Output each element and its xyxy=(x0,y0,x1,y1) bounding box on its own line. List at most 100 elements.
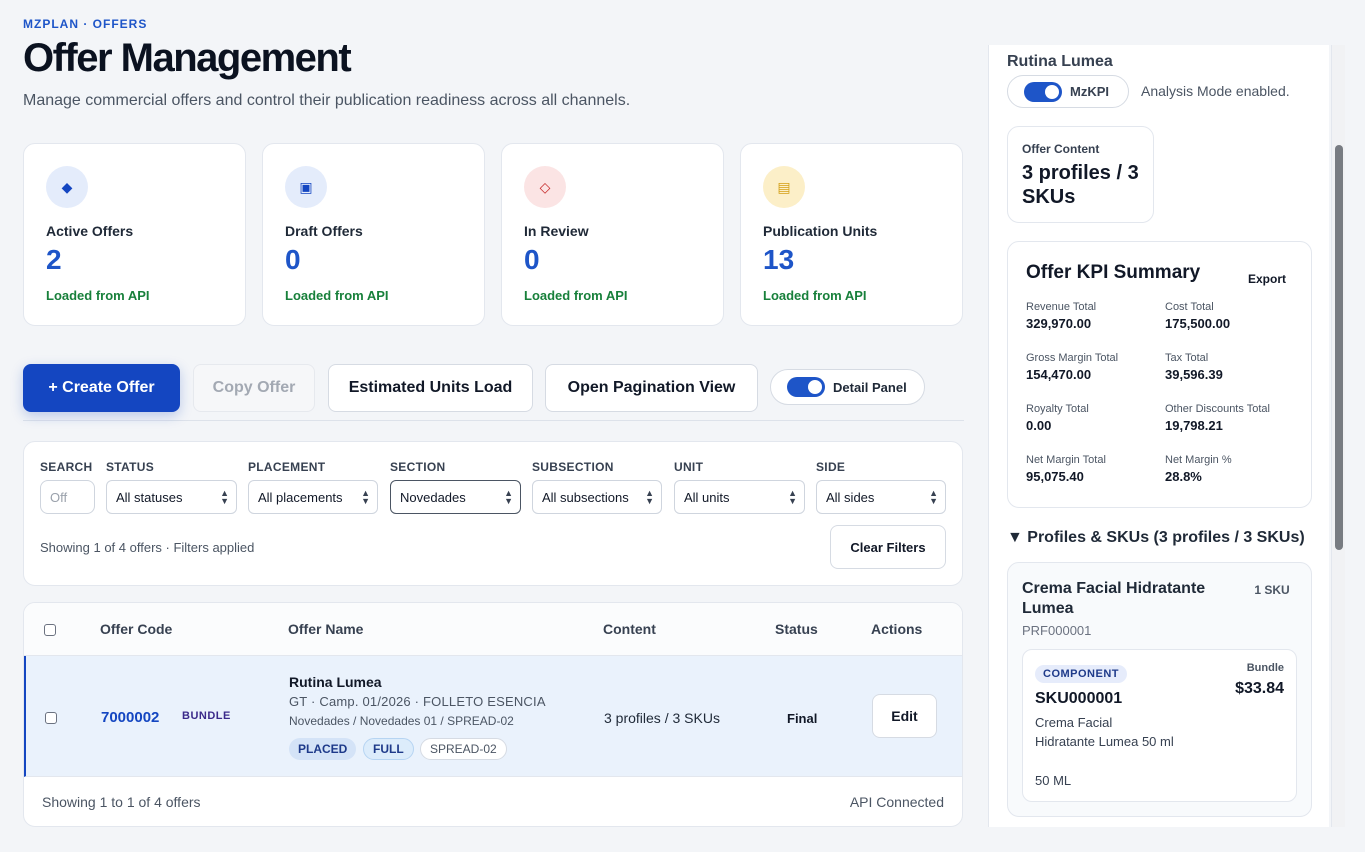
side-select-value: All sides xyxy=(826,489,875,505)
offers-table: Offer Code Offer Name Content Status Act… xyxy=(23,602,963,827)
select-all-checkbox[interactable] xyxy=(44,624,56,636)
kpi-value: 175,500.00 xyxy=(1165,316,1231,331)
profiles-toggle[interactable]: ▼ Profiles & SKUs (3 profiles / 3 SKUs) xyxy=(1007,529,1305,547)
side-select[interactable]: All sides ▲ ▼ xyxy=(816,480,946,514)
kpi-summary-title: Offer KPI Summary xyxy=(1026,262,1201,283)
offer-content-label: Offer Content xyxy=(1022,142,1100,156)
kpi-label: In Review xyxy=(524,223,589,239)
status-select-value: All statuses xyxy=(116,489,183,505)
kpi-value: 13 xyxy=(763,244,795,275)
header-actions: Actions xyxy=(871,621,923,637)
header-offer-code: Offer Code xyxy=(100,621,173,637)
offer-path: Novedades / Novedades 01 / SPREAD-02 xyxy=(289,714,514,728)
kpi-label: Cost Total xyxy=(1165,301,1214,313)
edit-button[interactable]: Edit xyxy=(872,694,937,738)
chevron-updown-icon: ▲ ▼ xyxy=(220,488,229,506)
create-offer-button[interactable]: + Create Offer xyxy=(23,364,180,412)
search-input[interactable]: Off xyxy=(40,480,95,514)
status-cell: Final xyxy=(787,711,818,726)
estimated-units-load-button[interactable]: Estimated Units Load xyxy=(328,364,533,412)
unit-select[interactable]: All units ▲ ▼ xyxy=(674,480,805,514)
api-status: API Connected xyxy=(849,794,944,810)
toggle-switch-icon[interactable] xyxy=(787,377,825,397)
status-select[interactable]: All statuses ▲ ▼ xyxy=(106,480,237,514)
toggle-switch-icon[interactable] xyxy=(1024,81,1062,102)
kpi-source: Loaded from API xyxy=(524,288,628,303)
chevron-updown-icon: ▲ ▼ xyxy=(504,488,513,506)
row-checkbox[interactable] xyxy=(45,712,57,724)
chevron-updown-icon: ▲ ▼ xyxy=(788,488,797,506)
diamond-icon: ◆ xyxy=(46,166,88,208)
kpi-value: 2 xyxy=(46,244,62,275)
panel-scrollbar[interactable] xyxy=(1331,45,1345,827)
kpi-value: 0 xyxy=(524,244,540,275)
status-label: STATUS xyxy=(106,460,155,474)
tag-spread: SPREAD-02 xyxy=(420,738,507,760)
sku-card: COMPONENT Bundle $33.84 SKU000001 Crema … xyxy=(1022,649,1297,802)
detail-panel-toggle[interactable]: Detail Panel xyxy=(770,369,925,405)
kpi-value: 19,798.21 xyxy=(1165,418,1223,433)
table-row[interactable]: 7000002 BUNDLE Rutina Lumea GT · Camp. 0… xyxy=(24,656,962,777)
detail-panel: Rutina Lumea MzKPI Analysis Mode enabled… xyxy=(988,45,1329,827)
filters-card: SEARCH Off STATUS All statuses ▲ ▼ PLACEM… xyxy=(23,441,963,586)
content-cell: 3 profiles / 3 SKUs xyxy=(604,710,720,726)
section-select[interactable]: Novedades ▲ ▼ xyxy=(390,480,521,514)
kpi-label: Revenue Total xyxy=(1026,301,1097,313)
export-button[interactable]: Export xyxy=(1248,272,1286,286)
unit-select-value: All units xyxy=(684,489,730,505)
kpi-card-draft-offers: ▣ Draft Offers 0 Loaded from API xyxy=(262,143,485,326)
offer-code-link[interactable]: 7000002 xyxy=(101,709,159,726)
subsection-label: SUBSECTION xyxy=(532,460,614,474)
analysis-mode-text: Analysis Mode enabled. xyxy=(1141,83,1290,99)
header-status: Status xyxy=(775,621,818,637)
kpi-source: Loaded from API xyxy=(46,288,150,303)
kpi-value: 28.8% xyxy=(1165,469,1202,484)
mzkpi-toggle[interactable]: MzKPI xyxy=(1007,75,1129,108)
kpi-source: Loaded from API xyxy=(285,288,389,303)
subsection-select-value: All subsections xyxy=(542,489,629,505)
kpi-card-in-review: ◇ In Review 0 Loaded from API xyxy=(501,143,724,326)
kpi-source: Loaded from API xyxy=(763,288,867,303)
sku-role-badge: COMPONENT xyxy=(1035,665,1127,683)
panel-title: Rutina Lumea xyxy=(1007,53,1113,70)
kpi-value: 329,970.00 xyxy=(1026,316,1092,331)
kpi-value: 154,470.00 xyxy=(1026,367,1092,382)
detail-panel-label: Detail Panel xyxy=(833,379,907,395)
open-pagination-view-button[interactable]: Open Pagination View xyxy=(545,364,758,412)
page-subtitle: Manage commercial offers and control the… xyxy=(23,92,631,109)
kpi-card-publication-units: ▤ Publication Units 13 Loaded from API xyxy=(740,143,963,326)
header-content: Content xyxy=(603,621,656,637)
search-label: SEARCH xyxy=(40,460,93,474)
kpi-label: Draft Offers xyxy=(285,223,363,239)
table-header: Offer Code Offer Name Content Status Act… xyxy=(24,603,962,656)
kpi-summary-card: Offer KPI Summary Export Revenue Total 3… xyxy=(1007,241,1312,508)
chevron-updown-icon: ▲ ▼ xyxy=(645,488,654,506)
section-label: SECTION xyxy=(390,460,446,474)
unit-label: UNIT xyxy=(674,460,704,474)
chevron-updown-icon: ▲ ▼ xyxy=(361,488,370,506)
copy-offer-button[interactable]: Copy Offer xyxy=(193,364,315,412)
sku-description: Crema Facial Hidratante Lumea 50 ml xyxy=(1035,715,1174,749)
sku-type: Bundle xyxy=(1246,662,1284,674)
subsection-select[interactable]: All subsections ▲ ▼ xyxy=(532,480,662,514)
offer-name: Rutina Lumea xyxy=(289,674,382,690)
square-icon: ▣ xyxy=(285,166,327,208)
kpi-label: Royalty Total xyxy=(1026,403,1089,415)
list-icon: ▤ xyxy=(763,166,805,208)
kpi-value: 0 xyxy=(285,244,301,275)
placement-select[interactable]: All placements ▲ ▼ xyxy=(248,480,378,514)
page-title: Offer Management xyxy=(23,36,352,80)
kpi-label: Tax Total xyxy=(1165,352,1209,364)
scrollbar-thumb[interactable] xyxy=(1335,145,1343,550)
diamond-outline-icon: ◇ xyxy=(524,166,566,208)
sku-price: $33.84 xyxy=(1235,680,1284,697)
kpi-label: Active Offers xyxy=(46,223,134,239)
table-footer-count: Showing 1 to 1 of 4 offers xyxy=(42,794,201,810)
eyebrow: MZPLAN · OFFERS xyxy=(23,17,148,31)
tag-placed: PLACED xyxy=(289,738,357,760)
clear-filters-button[interactable]: Clear Filters xyxy=(830,525,946,569)
sku-code: SKU000001 xyxy=(1035,690,1123,707)
kpi-label: Net Margin % xyxy=(1165,454,1232,466)
profile-name: Crema Facial Hidratante Lumea xyxy=(1022,580,1206,617)
section-select-value: Novedades xyxy=(400,489,466,505)
